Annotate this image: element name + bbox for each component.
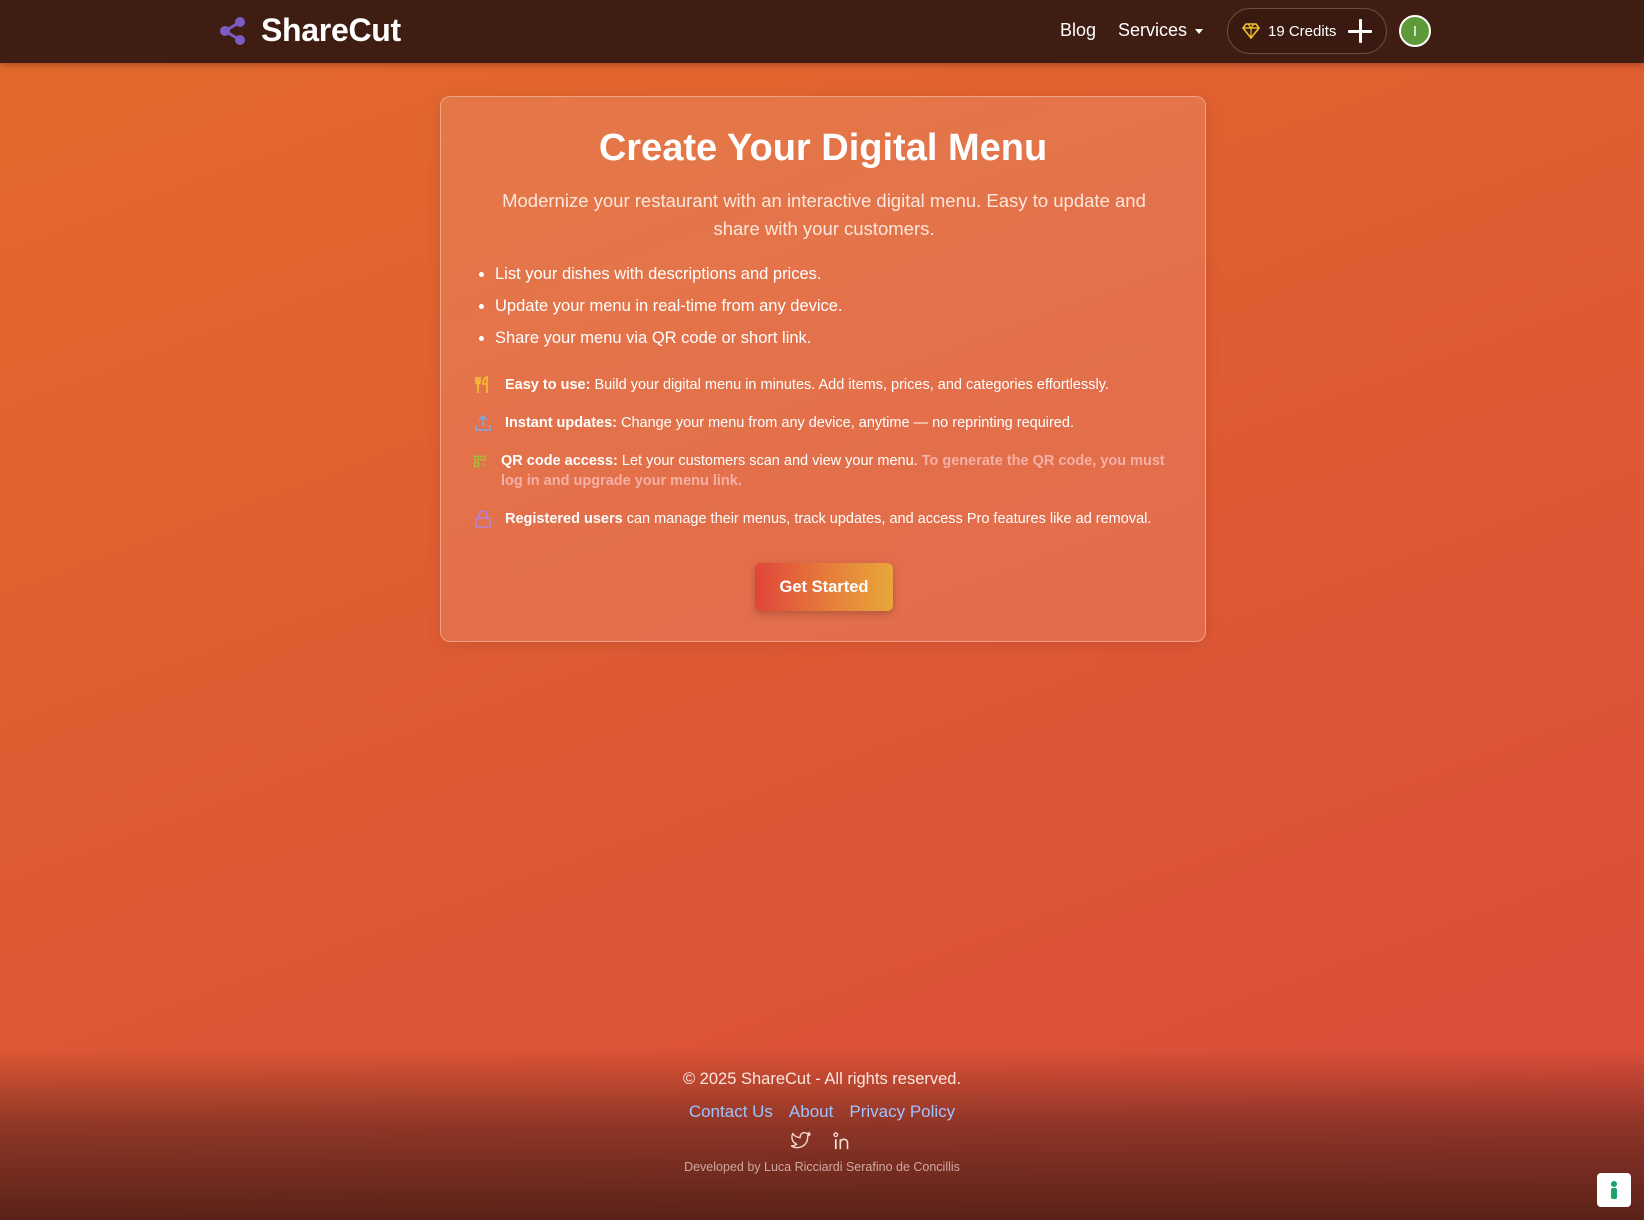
feature-label: QR code access: (501, 453, 618, 469)
list-item: Update your menu in real-time from any d… (495, 295, 843, 327)
nav-services-dropdown[interactable]: Services (1118, 20, 1204, 41)
caret-down-icon (1195, 29, 1204, 34)
footer-social-links (0, 1132, 1644, 1150)
feature-text: can manage their menus, track updates, a… (622, 511, 1152, 527)
developer-credit: Developed by Luca Ricciardi Serafino de … (684, 1160, 960, 1174)
feature-label: Registered users (505, 511, 623, 527)
feature-text: Change your menu from any device, anytim… (616, 415, 1074, 431)
page-footer: © 2025 ShareCut - All rights reserved. C… (0, 1048, 1644, 1220)
qr-code-icon (474, 455, 486, 468)
add-credits-icon[interactable] (1348, 19, 1372, 43)
brand-logo[interactable]: ShareCut (219, 12, 401, 49)
diamond-icon (1242, 23, 1260, 39)
list-item: List your dishes with descriptions and p… (495, 263, 843, 295)
user-avatar[interactable]: I (1399, 15, 1431, 47)
feature-text: Let your customers scan and view your me… (617, 453, 922, 469)
feature-registered-users: Registered users can manage their menus,… (473, 509, 1173, 529)
footer-link-contact[interactable]: Contact Us (689, 1102, 773, 1122)
utensils-icon (475, 375, 488, 393)
linkedin-icon[interactable] (833, 1132, 853, 1150)
feedback-widget-button[interactable] (1597, 1173, 1631, 1207)
footer-link-privacy[interactable]: Privacy Policy (849, 1102, 955, 1122)
list-item: Share your menu via QR code or short lin… (495, 327, 843, 359)
lock-icon (475, 510, 491, 528)
feature-qr-code-access: QR code access: Let your customers scan … (473, 451, 1168, 491)
credits-pill[interactable]: 19 Credits (1227, 8, 1387, 54)
digital-menu-card: Create Your Digital Menu Modernize your … (440, 96, 1206, 642)
footer-link-about[interactable]: About (789, 1102, 833, 1122)
share-icon (220, 16, 245, 45)
feature-label: Instant updates: (505, 415, 617, 431)
feature-easy-to-use: Easy to use: Build your digital menu in … (473, 375, 1173, 395)
person-icon (1611, 1181, 1617, 1199)
twitter-icon[interactable] (791, 1132, 811, 1150)
footer-links: Contact Us About Privacy Policy (0, 1102, 1644, 1122)
footer-copyright: © 2025 ShareCut - All rights reserved. (682, 1070, 962, 1088)
brand-name: ShareCut (261, 12, 401, 48)
feature-text: Build your digital menu in minutes. Add … (590, 377, 1109, 393)
page-subtitle: Modernize your restaurant with an intera… (502, 190, 1146, 239)
nav-blog-link[interactable]: Blog (1060, 20, 1096, 41)
feature-label: Easy to use: (505, 377, 591, 393)
page-title: Create Your Digital Menu (598, 127, 1048, 169)
credits-label: 19 Credits (1268, 22, 1337, 40)
feature-bullet-list: List your dishes with descriptions and p… (495, 263, 843, 359)
feature-instant-updates: Instant updates: Change your menu from a… (473, 413, 1173, 433)
top-navbar: ShareCut Blog Services 19 Credits I (0, 0, 1644, 63)
get-started-button[interactable]: Get Started (755, 563, 893, 611)
upload-icon (475, 414, 491, 431)
nav-services-label: Services (1118, 20, 1188, 40)
